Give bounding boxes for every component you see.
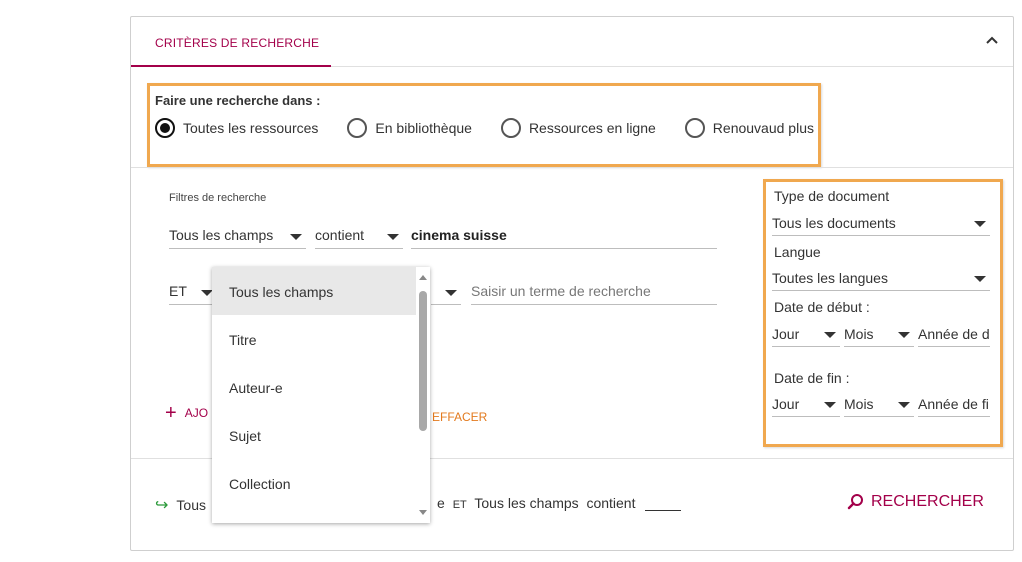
tab-search-criteria[interactable]: CRITÈRES DE RECHERCHE <box>131 17 331 67</box>
scroll-thumb[interactable] <box>419 291 427 431</box>
radio-label: En bibliothèque <box>375 120 472 136</box>
summary-field: Tous les champs <box>474 495 579 511</box>
dropdown-caret-icon <box>974 221 986 227</box>
doc-type-value: Tous les documents <box>772 215 896 231</box>
boolean-select-row2[interactable]: ET <box>169 279 217 305</box>
dropdown-option-author[interactable]: Auteur-e <box>212 363 430 411</box>
start-day-value: Jour <box>772 326 800 342</box>
field-dropdown-menu: Tous les champs Titre Auteur-e Sujet Col… <box>212 267 430 523</box>
summary-blank <box>645 499 682 511</box>
end-year-input[interactable]: Année de fi <box>918 391 990 417</box>
dropdown-caret-icon <box>824 402 836 408</box>
search-button[interactable]: RECHERCHER <box>847 493 984 511</box>
dropdown-option-title[interactable]: Titre <box>212 315 430 363</box>
operator-select-row2[interactable] <box>431 279 461 305</box>
radio-unselected-icon <box>500 118 521 138</box>
dropdown-option-collection[interactable]: Collection <box>212 459 430 507</box>
search-term-input-row1[interactable]: cinema suisse <box>411 223 717 249</box>
summary-condition: contient <box>586 495 636 511</box>
radio-renouvaud-plus[interactable]: Renouvaud plus <box>684 118 814 138</box>
language-select[interactable]: Toutes les langues <box>772 265 990 291</box>
query-summary-right: e ET Tous les champs contient <box>437 495 682 511</box>
end-day-value: Jour <box>772 396 800 412</box>
dropdown-option-all-fields[interactable]: Tous les champs <box>212 267 430 315</box>
doc-type-label: Type de document <box>774 188 890 204</box>
dropdown-caret-icon <box>898 402 910 408</box>
search-scope-label: Faire une recherche dans : <box>155 93 321 108</box>
summary-text: Tous <box>176 497 206 513</box>
start-day-select[interactable]: Jour <box>772 321 840 347</box>
radio-unselected-icon <box>684 118 705 138</box>
scope-radio-row: Toutes les ressources En bibliothèque Re… <box>155 118 814 138</box>
dropdown-option-subject[interactable]: Sujet <box>212 411 430 459</box>
language-label: Langue <box>774 244 821 260</box>
dropdown-caret-icon <box>290 234 302 240</box>
search-criteria-panel: CRITÈRES DE RECHERCHE Faire une recherch… <box>130 16 1014 551</box>
search-scope-group: Faire une recherche dans : Toutes les re… <box>147 83 821 167</box>
scroll-up-icon[interactable] <box>419 275 427 280</box>
start-month-value: Mois <box>844 326 874 342</box>
query-summary-left: ↪ Tous <box>155 495 206 515</box>
dropdown-caret-icon <box>824 332 836 338</box>
tab-bar: CRITÈRES DE RECHERCHE <box>131 17 1013 67</box>
start-year-placeholder: Année de d <box>918 326 990 342</box>
operator-select-row1[interactable]: contient <box>315 223 403 249</box>
dropdown-scrollbar[interactable] <box>416 267 430 523</box>
field-select-value: Tous les champs <box>169 227 274 243</box>
radio-label: Renouvaud plus <box>712 120 814 136</box>
filters-label: Filtres de recherche <box>169 192 267 204</box>
search-icon <box>847 494 863 510</box>
dropdown-caret-icon <box>974 276 986 282</box>
summary-suffix: e <box>437 495 445 511</box>
search-term-placeholder: Saisir un terme de recherche <box>471 283 651 299</box>
start-month-select[interactable]: Mois <box>844 321 914 347</box>
add-row-button[interactable]: + AJO <box>165 402 209 424</box>
radio-all-resources[interactable]: Toutes les ressources <box>155 118 318 138</box>
dropdown-caret-icon <box>387 234 399 240</box>
end-day-select[interactable]: Jour <box>772 391 840 417</box>
facets-panel: Type de document Tous les documents Lang… <box>763 179 1003 447</box>
dropdown-caret-icon <box>898 332 910 338</box>
end-month-value: Mois <box>844 396 874 412</box>
summary-operator: ET <box>452 499 467 511</box>
end-year-placeholder: Année de fi <box>918 396 989 412</box>
field-select-row1[interactable]: Tous les champs <box>169 223 306 249</box>
search-term-value: cinema suisse <box>411 227 507 243</box>
end-date-label: Date de fin : <box>774 370 850 386</box>
radio-in-library[interactable]: En bibliothèque <box>347 118 472 138</box>
start-year-input[interactable]: Année de d <box>918 321 990 347</box>
radio-online-resources[interactable]: Ressources en ligne <box>500 118 656 138</box>
add-row-label: AJO <box>184 406 209 420</box>
radio-label: Ressources en ligne <box>528 120 656 136</box>
chevron-up-icon[interactable] <box>981 29 1003 51</box>
return-arrow-icon: ↪ <box>155 497 169 514</box>
boolean-select-value: ET <box>169 283 187 299</box>
dropdown-caret-icon <box>445 290 457 296</box>
doc-type-select[interactable]: Tous les documents <box>772 210 990 236</box>
search-button-label: RECHERCHER <box>871 493 984 510</box>
divider <box>131 167 1013 168</box>
clear-button[interactable]: EFFACER <box>432 410 487 424</box>
start-date-label: Date de début : <box>774 299 870 315</box>
search-term-input-row2[interactable]: Saisir un terme de recherche <box>471 279 717 305</box>
scroll-down-icon[interactable] <box>419 510 427 515</box>
end-month-select[interactable]: Mois <box>844 391 914 417</box>
radio-unselected-icon <box>347 118 368 138</box>
operator-select-value: contient <box>315 227 365 243</box>
language-value: Toutes les langues <box>772 270 888 286</box>
plus-icon: + <box>165 402 177 424</box>
radio-selected-icon <box>155 118 175 138</box>
radio-label: Toutes les ressources <box>183 120 319 136</box>
